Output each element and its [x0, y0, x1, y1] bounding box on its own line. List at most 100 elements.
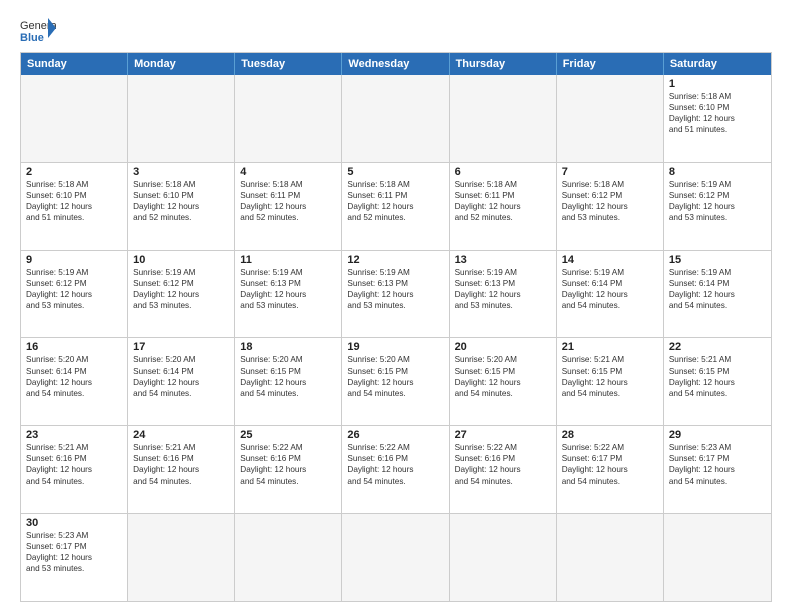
cell-sun-info: Sunrise: 5:22 AMSunset: 6:16 PMDaylight:… — [347, 442, 443, 486]
cell-sun-info: Sunrise: 5:18 AMSunset: 6:12 PMDaylight:… — [562, 179, 658, 223]
day-number: 13 — [455, 254, 551, 266]
calendar-cell: 20Sunrise: 5:20 AMSunset: 6:15 PMDayligh… — [450, 338, 557, 425]
calendar-cell: 13Sunrise: 5:19 AMSunset: 6:13 PMDayligh… — [450, 251, 557, 338]
day-number: 4 — [240, 166, 336, 178]
calendar-cell — [128, 75, 235, 162]
day-number: 26 — [347, 429, 443, 441]
day-number: 1 — [669, 78, 766, 90]
calendar-cell — [21, 75, 128, 162]
cell-sun-info: Sunrise: 5:18 AMSunset: 6:11 PMDaylight:… — [455, 179, 551, 223]
calendar-cell: 1Sunrise: 5:18 AMSunset: 6:10 PMDaylight… — [664, 75, 771, 162]
cell-sun-info: Sunrise: 5:19 AMSunset: 6:13 PMDaylight:… — [347, 267, 443, 311]
header-cell-thursday: Thursday — [450, 53, 557, 75]
cell-sun-info: Sunrise: 5:22 AMSunset: 6:16 PMDaylight:… — [240, 442, 336, 486]
calendar-cell — [557, 75, 664, 162]
day-number: 11 — [240, 254, 336, 266]
calendar-cell: 8Sunrise: 5:19 AMSunset: 6:12 PMDaylight… — [664, 163, 771, 250]
generalblue-logo-icon: General Blue — [20, 16, 56, 44]
day-number: 29 — [669, 429, 766, 441]
calendar-cell: 26Sunrise: 5:22 AMSunset: 6:16 PMDayligh… — [342, 426, 449, 513]
svg-text:Blue: Blue — [20, 32, 44, 44]
cell-sun-info: Sunrise: 5:21 AMSunset: 6:15 PMDaylight:… — [669, 354, 766, 398]
calendar-cell: 18Sunrise: 5:20 AMSunset: 6:15 PMDayligh… — [235, 338, 342, 425]
day-number: 17 — [133, 341, 229, 353]
cell-sun-info: Sunrise: 5:18 AMSunset: 6:11 PMDaylight:… — [240, 179, 336, 223]
cell-sun-info: Sunrise: 5:19 AMSunset: 6:14 PMDaylight:… — [562, 267, 658, 311]
cell-sun-info: Sunrise: 5:23 AMSunset: 6:17 PMDaylight:… — [669, 442, 766, 486]
calendar-cell — [450, 75, 557, 162]
cell-sun-info: Sunrise: 5:22 AMSunset: 6:17 PMDaylight:… — [562, 442, 658, 486]
cell-sun-info: Sunrise: 5:19 AMSunset: 6:12 PMDaylight:… — [133, 267, 229, 311]
day-number: 7 — [562, 166, 658, 178]
day-number: 5 — [347, 166, 443, 178]
day-number: 14 — [562, 254, 658, 266]
calendar-row: 30Sunrise: 5:23 AMSunset: 6:17 PMDayligh… — [21, 513, 771, 601]
day-number: 28 — [562, 429, 658, 441]
day-number: 24 — [133, 429, 229, 441]
header-cell-friday: Friday — [557, 53, 664, 75]
cell-sun-info: Sunrise: 5:23 AMSunset: 6:17 PMDaylight:… — [26, 530, 122, 574]
calendar-header: SundayMondayTuesdayWednesdayThursdayFrid… — [21, 53, 771, 75]
calendar-cell: 22Sunrise: 5:21 AMSunset: 6:15 PMDayligh… — [664, 338, 771, 425]
calendar-cell: 10Sunrise: 5:19 AMSunset: 6:12 PMDayligh… — [128, 251, 235, 338]
calendar-cell: 25Sunrise: 5:22 AMSunset: 6:16 PMDayligh… — [235, 426, 342, 513]
calendar-cell: 4Sunrise: 5:18 AMSunset: 6:11 PMDaylight… — [235, 163, 342, 250]
day-number: 16 — [26, 341, 122, 353]
calendar-cell: 16Sunrise: 5:20 AMSunset: 6:14 PMDayligh… — [21, 338, 128, 425]
day-number: 18 — [240, 341, 336, 353]
calendar-cell: 7Sunrise: 5:18 AMSunset: 6:12 PMDaylight… — [557, 163, 664, 250]
calendar-cell: 9Sunrise: 5:19 AMSunset: 6:12 PMDaylight… — [21, 251, 128, 338]
cell-sun-info: Sunrise: 5:19 AMSunset: 6:13 PMDaylight:… — [455, 267, 551, 311]
cell-sun-info: Sunrise: 5:21 AMSunset: 6:16 PMDaylight:… — [133, 442, 229, 486]
cell-sun-info: Sunrise: 5:20 AMSunset: 6:15 PMDaylight:… — [347, 354, 443, 398]
calendar-row: 1Sunrise: 5:18 AMSunset: 6:10 PMDaylight… — [21, 75, 771, 162]
calendar-cell — [664, 514, 771, 601]
cell-sun-info: Sunrise: 5:19 AMSunset: 6:12 PMDaylight:… — [669, 179, 766, 223]
cell-sun-info: Sunrise: 5:18 AMSunset: 6:10 PMDaylight:… — [669, 91, 766, 135]
calendar-body: 1Sunrise: 5:18 AMSunset: 6:10 PMDaylight… — [21, 75, 771, 601]
calendar-cell: 30Sunrise: 5:23 AMSunset: 6:17 PMDayligh… — [21, 514, 128, 601]
cell-sun-info: Sunrise: 5:20 AMSunset: 6:15 PMDaylight:… — [240, 354, 336, 398]
calendar-cell: 15Sunrise: 5:19 AMSunset: 6:14 PMDayligh… — [664, 251, 771, 338]
calendar-cell: 6Sunrise: 5:18 AMSunset: 6:11 PMDaylight… — [450, 163, 557, 250]
day-number: 3 — [133, 166, 229, 178]
day-number: 10 — [133, 254, 229, 266]
calendar-cell — [235, 514, 342, 601]
calendar-cell: 17Sunrise: 5:20 AMSunset: 6:14 PMDayligh… — [128, 338, 235, 425]
cell-sun-info: Sunrise: 5:21 AMSunset: 6:15 PMDaylight:… — [562, 354, 658, 398]
day-number: 27 — [455, 429, 551, 441]
cell-sun-info: Sunrise: 5:19 AMSunset: 6:14 PMDaylight:… — [669, 267, 766, 311]
header-cell-tuesday: Tuesday — [235, 53, 342, 75]
calendar-cell: 11Sunrise: 5:19 AMSunset: 6:13 PMDayligh… — [235, 251, 342, 338]
day-number: 12 — [347, 254, 443, 266]
day-number: 21 — [562, 341, 658, 353]
day-number: 22 — [669, 341, 766, 353]
day-number: 2 — [26, 166, 122, 178]
calendar-row: 16Sunrise: 5:20 AMSunset: 6:14 PMDayligh… — [21, 337, 771, 425]
day-number: 23 — [26, 429, 122, 441]
calendar-cell — [557, 514, 664, 601]
cell-sun-info: Sunrise: 5:19 AMSunset: 6:12 PMDaylight:… — [26, 267, 122, 311]
logo: General Blue — [20, 16, 56, 44]
header-cell-monday: Monday — [128, 53, 235, 75]
cell-sun-info: Sunrise: 5:21 AMSunset: 6:16 PMDaylight:… — [26, 442, 122, 486]
calendar-cell: 23Sunrise: 5:21 AMSunset: 6:16 PMDayligh… — [21, 426, 128, 513]
day-number: 30 — [26, 517, 122, 529]
calendar-cell — [128, 514, 235, 601]
cell-sun-info: Sunrise: 5:20 AMSunset: 6:14 PMDaylight:… — [26, 354, 122, 398]
calendar: SundayMondayTuesdayWednesdayThursdayFrid… — [20, 52, 772, 602]
cell-sun-info: Sunrise: 5:18 AMSunset: 6:10 PMDaylight:… — [26, 179, 122, 223]
cell-sun-info: Sunrise: 5:18 AMSunset: 6:11 PMDaylight:… — [347, 179, 443, 223]
calendar-row: 23Sunrise: 5:21 AMSunset: 6:16 PMDayligh… — [21, 425, 771, 513]
header-cell-wednesday: Wednesday — [342, 53, 449, 75]
header: General Blue — [20, 16, 772, 44]
calendar-row: 2Sunrise: 5:18 AMSunset: 6:10 PMDaylight… — [21, 162, 771, 250]
calendar-cell: 24Sunrise: 5:21 AMSunset: 6:16 PMDayligh… — [128, 426, 235, 513]
calendar-cell: 2Sunrise: 5:18 AMSunset: 6:10 PMDaylight… — [21, 163, 128, 250]
cell-sun-info: Sunrise: 5:18 AMSunset: 6:10 PMDaylight:… — [133, 179, 229, 223]
cell-sun-info: Sunrise: 5:20 AMSunset: 6:14 PMDaylight:… — [133, 354, 229, 398]
calendar-cell: 14Sunrise: 5:19 AMSunset: 6:14 PMDayligh… — [557, 251, 664, 338]
calendar-cell: 27Sunrise: 5:22 AMSunset: 6:16 PMDayligh… — [450, 426, 557, 513]
header-cell-sunday: Sunday — [21, 53, 128, 75]
calendar-cell: 3Sunrise: 5:18 AMSunset: 6:10 PMDaylight… — [128, 163, 235, 250]
